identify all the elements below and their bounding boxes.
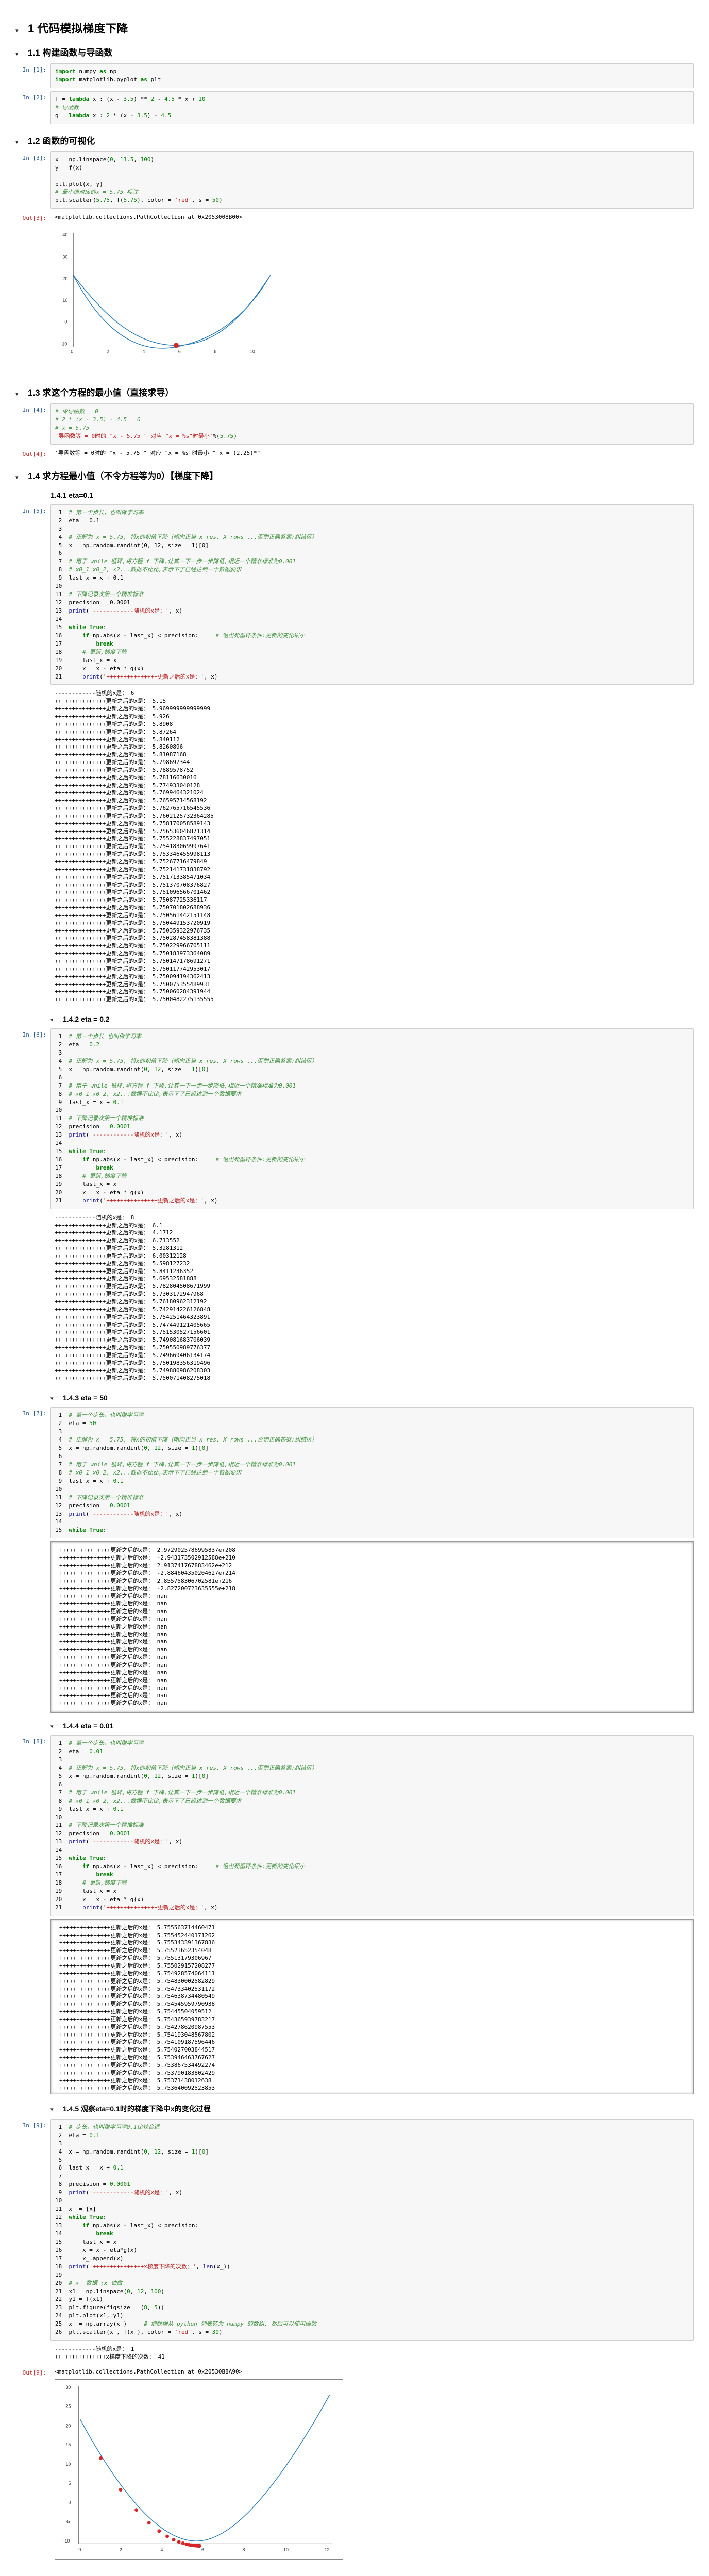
code[interactable]: x = np.linspace(0, 11.5, 100) y = f(x) p… (55, 156, 689, 205)
output-cell-9a: ------------随机的x是： 1 +++++++++++++++x梯度下… (15, 2344, 694, 2363)
heading-1-4-4: 1.4.4 eta = 0.01 (63, 1722, 113, 1730)
heading-1-4-3: 1.4.3 eta = 50 (63, 1394, 108, 1402)
svg-text:40: 40 (62, 232, 67, 238)
svg-text:4: 4 (160, 2547, 163, 2552)
svg-text:20: 20 (62, 276, 67, 281)
output-cell-8: +++++++++++++++更新之后的x是： 5.75556371446047… (15, 1919, 694, 2094)
code[interactable]: 1 # 步长，也叫做学习率0.1比较合适 2 eta = 0.1 3 4 x =… (55, 2123, 689, 2336)
prompt-in: In [1]: (15, 63, 50, 88)
heading-1-1: 1.1 构建函数与导函数 (28, 45, 112, 58)
prompt-in: In [7]: (15, 1407, 50, 1538)
code[interactable]: # 令导函数 = 0 # 2 * (x - 3.5) - 4.5 = 0 # x… (55, 408, 689, 440)
output-text: <matplotlib.collections.PathCollection a… (55, 2368, 689, 2376)
collapse-icon[interactable]: ▾ (15, 27, 23, 34)
prompt-out: Out[9]: (15, 2366, 50, 2562)
output-text: <matplotlib.collections.PathCollection a… (55, 214, 689, 222)
heading-1-4-2: 1.4.2 eta = 0.2 (63, 1015, 110, 1023)
prompt-in: In [8]: (15, 1735, 50, 1916)
code-cell-9[interactable]: In [9]: 1 # 步长，也叫做学习率0.1比较合适 2 eta = 0.1… (15, 2119, 694, 2341)
output-cell-5: ------------随机的x是： 6 +++++++++++++++更新之后… (15, 688, 694, 1006)
heading-1-4: 1.4 求方程最小值（不令方程等为0）【梯度下降】 (28, 469, 218, 482)
svg-text:8: 8 (243, 2547, 245, 2552)
heading-1-2: 1.2 函数的可视化 (28, 133, 95, 146)
svg-text:10: 10 (65, 2462, 71, 2467)
code[interactable]: import numpy as np import matplotlib.pyp… (55, 67, 689, 84)
svg-text:-10: -10 (60, 342, 67, 347)
code-cell-3[interactable]: In [3]: x = np.linspace(0, 11.5, 100) y … (15, 151, 694, 209)
collapse-icon[interactable]: ▾ (15, 391, 23, 397)
prompt-in: In [3]: (15, 151, 50, 209)
prompt-out: Out[3]: (15, 212, 50, 376)
svg-text:0: 0 (71, 349, 73, 354)
svg-text:20: 20 (65, 2423, 71, 2428)
heading-1-4-1: 1.4.1 eta=0.1 (50, 491, 93, 499)
output-text: '导函数等 = 0时的 "x - 5.75 " 对应 "x = %s"时最小 "… (55, 450, 689, 457)
svg-text:30: 30 (62, 255, 67, 260)
code-cell-5[interactable]: In [5]: 1 # 第一个步长，也叫做学习率 2 eta = 0.1 3 4… (15, 504, 694, 685)
output-cell-6: ------------随机的x是： 8 +++++++++++++++更新之后… (15, 1212, 694, 1385)
code-cell-4[interactable]: In [4]: # 令导函数 = 0 # 2 * (x - 3.5) - 4.5… (15, 403, 694, 445)
code[interactable]: 1 # 第一个步长 也叫做学习率 2 eta = 0.2 3 4 # 正解为 x… (55, 1032, 689, 1205)
svg-text:10: 10 (250, 349, 255, 354)
output-text[interactable]: +++++++++++++++更新之后的x是： 5.75556371446047… (55, 1922, 689, 2094)
collapse-icon[interactable]: ▾ (15, 139, 23, 145)
code[interactable]: 1 # 第一个步长，也叫做学习率 2 eta = 50 3 4 # 正解为 x … (55, 1411, 689, 1534)
heading-1-3: 1.3 求这个方程的最小值（直接求导） (28, 385, 174, 398)
svg-text:12: 12 (325, 2547, 330, 2552)
code[interactable]: 1 # 第一个步长，也叫做学习率 2 eta = 0.1 3 4 # 正解为 x… (55, 509, 689, 681)
collapse-icon[interactable]: ▾ (50, 1395, 58, 1402)
svg-text:4: 4 (142, 349, 145, 354)
svg-text:2: 2 (120, 2547, 122, 2552)
code-cell-8[interactable]: In [8]: 1 # 第一个步长，也叫做学习率 2 eta = 0.01 3 … (15, 1735, 694, 1916)
output-cell-7: +++++++++++++++更新之后的x是： 2.97290257869958… (15, 1541, 694, 1713)
svg-text:0: 0 (64, 319, 67, 325)
prompt-in: In [2]: (15, 91, 50, 124)
svg-text:-5: -5 (65, 2519, 70, 2524)
svg-text:-10: -10 (63, 2538, 70, 2544)
prompt-in: In [5]: (15, 504, 50, 685)
output-text: ------------随机的x是： 6 +++++++++++++++更新之后… (55, 690, 689, 1004)
svg-text:8: 8 (214, 349, 216, 354)
collapse-icon[interactable]: ▾ (50, 2106, 58, 2113)
output-text: ------------随机的x是： 8 +++++++++++++++更新之后… (55, 1214, 689, 1383)
heading-1-4-5: 1.4.5 观察eta=0.1时的梯度下降中x的变化过程 (63, 2104, 211, 2114)
collapse-icon[interactable]: ▾ (50, 1016, 58, 1023)
output-cell-9b: Out[9]: <matplotlib.collections.PathColl… (15, 2366, 694, 2562)
output-cell-3: Out[3]: <matplotlib.collections.PathColl… (15, 212, 694, 376)
svg-text:15: 15 (65, 2442, 71, 2447)
collapse-icon[interactable]: ▾ (15, 50, 23, 57)
heading-1: 1 代码模拟梯度下降 (28, 20, 128, 36)
svg-text:0: 0 (78, 2547, 81, 2552)
svg-text:6: 6 (178, 349, 181, 354)
collapse-icon[interactable]: ▾ (50, 1723, 58, 1730)
svg-text:10: 10 (283, 2547, 289, 2552)
prompt-in: In [4]: (15, 403, 50, 445)
svg-text:25: 25 (65, 2403, 71, 2409)
svg-text:0: 0 (68, 2500, 71, 2505)
code[interactable]: f = lambda x : (x - 3.5) ** 2 - 4.5 * x … (55, 95, 689, 120)
svg-text:2: 2 (107, 349, 109, 354)
plot-1: 0 2 4 6 8 10 -10 0 10 20 30 40 (55, 225, 281, 374)
code[interactable]: 1 # 第一个步长，也叫做学习率 2 eta = 0.01 3 4 # 正解为 … (55, 1739, 689, 1912)
svg-text:5: 5 (68, 2480, 71, 2485)
prompt-in: In [6]: (15, 1028, 50, 1209)
code-cell-1[interactable]: In [1]: import numpy as np import matplo… (15, 63, 694, 88)
output-text: ------------随机的x是： 1 +++++++++++++++x梯度下… (55, 2346, 689, 2361)
svg-text:6: 6 (201, 2547, 204, 2552)
code-cell-7[interactable]: In [7]: 1 # 第一个步长，也叫做学习率 2 eta = 50 3 4 … (15, 1407, 694, 1538)
code-cell-6[interactable]: In [6]: 1 # 第一个步长 也叫做学习率 2 eta = 0.2 3 4… (15, 1028, 694, 1209)
prompt-in: In [9]: (15, 2119, 50, 2341)
output-cell-4: Out[4]: '导函数等 = 0时的 "x - 5.75 " 对应 "x = … (15, 448, 694, 460)
code-cell-2[interactable]: In [2]: f = lambda x : (x - 3.5) ** 2 - … (15, 91, 694, 124)
plot-2: 0 2 4 6 8 10 12 -10 -5 0 5 10 15 20 25 30 (55, 2379, 343, 2560)
svg-text:10: 10 (62, 298, 67, 303)
prompt-out: Out[4]: (15, 448, 50, 460)
svg-text:30: 30 (65, 2385, 71, 2390)
collapse-icon[interactable]: ▾ (15, 474, 23, 481)
output-text[interactable]: +++++++++++++++更新之后的x是： 2.97290257869958… (55, 1544, 689, 1710)
